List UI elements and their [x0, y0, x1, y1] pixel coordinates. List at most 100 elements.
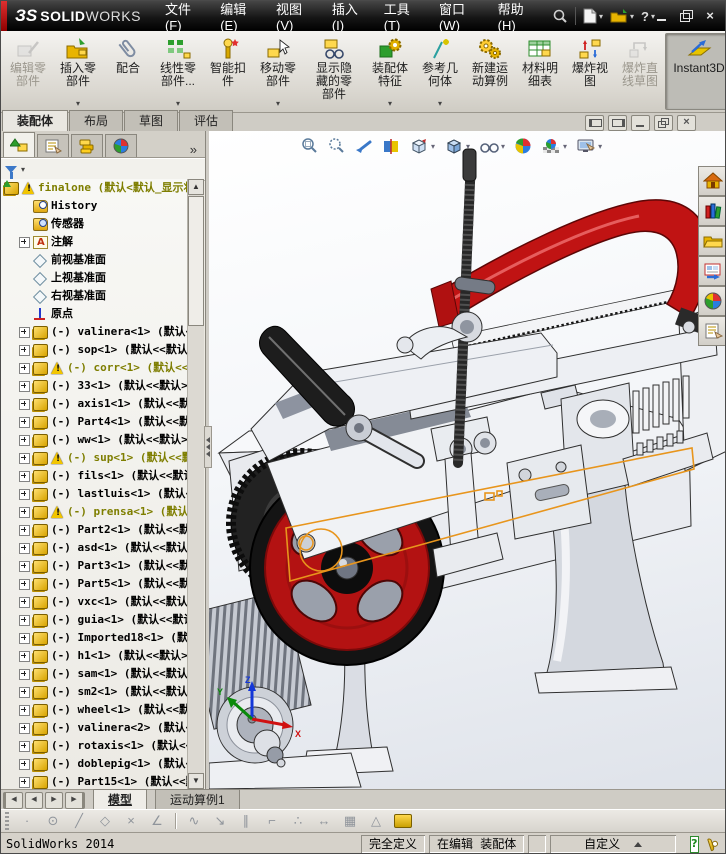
zoom-fit-icon[interactable]	[301, 137, 319, 155]
split-pane-left-icon[interactable]	[585, 115, 604, 131]
tree-scrollbar[interactable]: ▲ ▼	[187, 179, 204, 789]
expander-icon[interactable]	[19, 560, 30, 572]
expander-icon[interactable]	[19, 596, 30, 608]
assembly-features-button[interactable]: 装配体 特征 ▾	[365, 33, 415, 110]
panel-collapse-arrows[interactable]	[204, 426, 212, 468]
chevron-down-icon[interactable]: ▾	[276, 99, 280, 108]
tree-item[interactable]: 原点	[1, 305, 189, 323]
scrollbar-thumb[interactable]	[188, 196, 204, 326]
hide-show-items-icon[interactable]: ▾	[479, 137, 505, 155]
chevron-down-icon[interactable]: ▾	[598, 142, 602, 151]
go-to-start-icon[interactable]: ◀	[3, 791, 23, 809]
expander-icon[interactable]	[19, 614, 30, 626]
expander-icon[interactable]	[19, 578, 30, 590]
edit-appearance-icon[interactable]	[514, 137, 532, 155]
tree-item[interactable]: (-) wheel<1> (默认<<默认>_显示状态1>)	[1, 701, 189, 719]
configurationmanager-icon[interactable]	[71, 134, 103, 157]
open-icon[interactable]: ▾	[610, 8, 634, 24]
chevron-down-icon[interactable]: ▾	[176, 99, 180, 108]
expander-icon[interactable]	[19, 776, 30, 788]
tree-item[interactable]: (-) Imported18<1> (默认<<默认>_显示状态1>)	[1, 629, 189, 647]
expander-icon[interactable]	[19, 362, 30, 374]
expander-icon[interactable]	[19, 452, 30, 464]
tree-item[interactable]: (-) rotaxis<1> (默认<<默认>_显示状态1>)	[1, 737, 189, 755]
tree-item[interactable]: History	[1, 197, 189, 215]
expander-icon[interactable]	[19, 668, 30, 680]
tree-item[interactable]: (-) prensa<1> (默认<<默认>_显示状态1>)	[1, 503, 189, 521]
chevron-down-icon[interactable]: ▾	[388, 99, 392, 108]
zoom-area-icon[interactable]	[328, 137, 346, 155]
ribbon-tab[interactable]: 装配体	[2, 110, 69, 132]
tree-item[interactable]: (-) sm2<1> (默认<<默认>_显示状态1>)	[1, 683, 189, 701]
tree-item[interactable]: (-) Part4<1> (默认<<默认>_显示状态1>)	[1, 413, 189, 431]
move-component-button[interactable]: 移动零 部件 ▾	[253, 33, 303, 110]
view-orientation-icon[interactable]: ▾	[409, 137, 435, 155]
chevron-down-icon[interactable]: ▾	[76, 99, 80, 108]
restore-icon[interactable]	[679, 10, 693, 22]
expander-icon[interactable]	[19, 398, 30, 410]
tree-item[interactable]: (-) Part5<1> (默认<<默认>_显示状态1>)	[1, 575, 189, 593]
chevron-down-icon[interactable]: ▾	[431, 142, 435, 151]
tree-item[interactable]: (-) doblepig<1> (默认<<默认>_显示状态1>)	[1, 755, 189, 773]
expander-icon[interactable]	[19, 434, 30, 446]
tree-item[interactable]: (-) ww<1> (默认<<默认>_显示状态1>)	[1, 431, 189, 449]
quick-tip-help-icon[interactable]: ?	[690, 835, 699, 853]
displaymanager-icon[interactable]	[105, 134, 137, 157]
graphics-area[interactable]: ▾ ▾ ▾ ▾ ▾ Z X Y	[209, 131, 725, 789]
instant3d-button[interactable]: Instant3D	[665, 33, 725, 110]
tree-item[interactable]: (-) Part15<1> (默认<<默认>_显示状态1>)	[1, 773, 189, 789]
display-style-icon[interactable]: ▾	[444, 137, 470, 155]
tree-item[interactable]: (-) Part3<1> (默认<<默认>_显示状态1>)	[1, 557, 189, 575]
tree-item[interactable]: (-) valinera<2> (默认<<默认>_显示状态1>)	[1, 719, 189, 737]
tree-item[interactable]: finalone (默认<默认_显示状态1>)	[1, 179, 189, 197]
expander-icon[interactable]	[19, 326, 30, 338]
go-to-end-icon[interactable]: ▶	[65, 791, 85, 809]
doc-minimize-icon[interactable]	[631, 115, 650, 131]
design-library-icon[interactable]	[698, 196, 725, 226]
apply-scene-icon[interactable]: ▾	[541, 137, 567, 155]
toolbar-grip[interactable]	[5, 812, 9, 830]
tree-item[interactable]: 前视基准面	[1, 251, 189, 269]
expander-icon[interactable]	[19, 650, 30, 662]
previous-frame-icon[interactable]: ◀	[25, 791, 43, 809]
motion-tab[interactable]: 模型	[93, 789, 148, 810]
section-view-icon[interactable]	[382, 137, 400, 155]
tree-filter-bar[interactable]: ▾	[1, 158, 205, 181]
split-pane-right-icon[interactable]	[608, 115, 627, 131]
expander-icon[interactable]	[19, 686, 30, 698]
chevron-down-icon[interactable]: ▾	[501, 142, 505, 151]
mate-button[interactable]: 配合	[103, 33, 153, 110]
custom-toolbar-selector[interactable]: 自定义	[550, 835, 676, 853]
chevron-down-icon[interactable]: ▾	[438, 99, 442, 108]
tree-item[interactable]: (-) axis1<1> (默认<<默认>_显示状态1>)	[1, 395, 189, 413]
expander-icon[interactable]	[19, 344, 30, 356]
tree-item[interactable]: (-) lastluis<1> (默认<<默认>_显示状态1>)	[1, 485, 189, 503]
custom-properties-icon[interactable]	[698, 316, 725, 346]
expander-icon[interactable]	[19, 740, 30, 752]
expander-icon[interactable]	[19, 470, 30, 482]
panel-overflow-chevron[interactable]: »	[182, 142, 205, 157]
previous-view-icon[interactable]	[355, 137, 373, 155]
motion-tab[interactable]: 运动算例1	[155, 789, 240, 810]
expander-icon[interactable]	[19, 722, 30, 734]
tree-item[interactable]: 传感器	[1, 215, 189, 233]
tree-item[interactable]: 注解	[1, 233, 189, 251]
tree-item[interactable]: (-) Part2<1> (默认<<默认>_显示状态1>)	[1, 521, 189, 539]
tree-item[interactable]: (-) h1<1> (默认<<默认>_显示状态1>)	[1, 647, 189, 665]
chevron-down-icon[interactable]: ▾	[21, 165, 25, 174]
expander-icon[interactable]	[19, 542, 30, 554]
next-frame-icon[interactable]: ▶	[45, 791, 63, 809]
ribbon-tab[interactable]: 评估	[179, 110, 234, 131]
expander-icon[interactable]	[19, 632, 30, 644]
tree-item[interactable]: (-) fils<1> (默认<<默认>_显示状态1>)	[1, 467, 189, 485]
tree-item[interactable]: (-) sup<1> (默认<<默认>_显示状态1>)	[1, 449, 189, 467]
minimize-icon[interactable]	[655, 10, 669, 22]
tree-item[interactable]: (-) sam<1> (默认<<默认>_显示状态1>)	[1, 665, 189, 683]
scroll-down-icon[interactable]: ▼	[188, 773, 204, 789]
show-hidden-components-button[interactable]: 显示隐 藏的零 部件	[309, 33, 359, 110]
exploded-view-button[interactable]: 爆炸视 图	[565, 33, 615, 110]
doc-restore-icon[interactable]	[654, 115, 673, 131]
new-motion-study-button[interactable]: 新建运 动算例	[465, 33, 515, 110]
tree-item[interactable]: (-) sop<1> (默认<<默认>_显示状态1>)	[1, 341, 189, 359]
chevron-down-icon[interactable]: ▾	[563, 142, 567, 151]
